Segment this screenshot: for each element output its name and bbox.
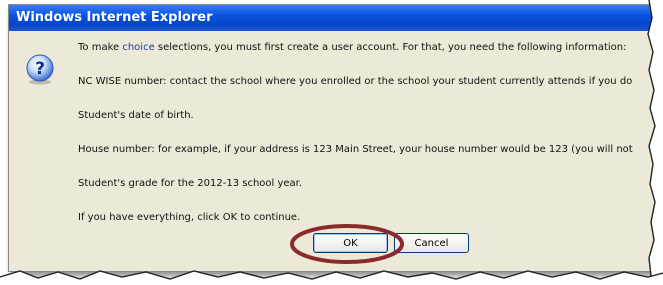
cancel-button[interactable]: Cancel (394, 233, 469, 253)
window-title: Windows Internet Explorer (16, 10, 213, 25)
message-line-intro: To make choice selections, you must firs… (78, 42, 627, 53)
message-line-continue: If you have everything, click OK to cont… (78, 212, 301, 223)
message-line-house-number: House number: for example, if your addre… (78, 144, 633, 155)
dialog-window: Windows Internet Explorer ? To make choi… (8, 4, 658, 272)
question-icon: ? (26, 54, 54, 85)
svg-text:?: ? (35, 59, 45, 79)
message-text: selections, you must first create a user… (154, 42, 627, 53)
message-line-birth-date: Student's date of birth. (78, 110, 194, 121)
choice-link[interactable]: choice (122, 42, 154, 53)
message-line-nc-wise: NC WISE number: contact the school where… (78, 76, 633, 87)
message-line-grade: Student's grade for the 2012-13 school y… (78, 178, 303, 189)
ok-button[interactable]: OK (313, 233, 388, 253)
title-bar[interactable]: Windows Internet Explorer (9, 5, 657, 31)
message-text: To make (78, 42, 123, 53)
